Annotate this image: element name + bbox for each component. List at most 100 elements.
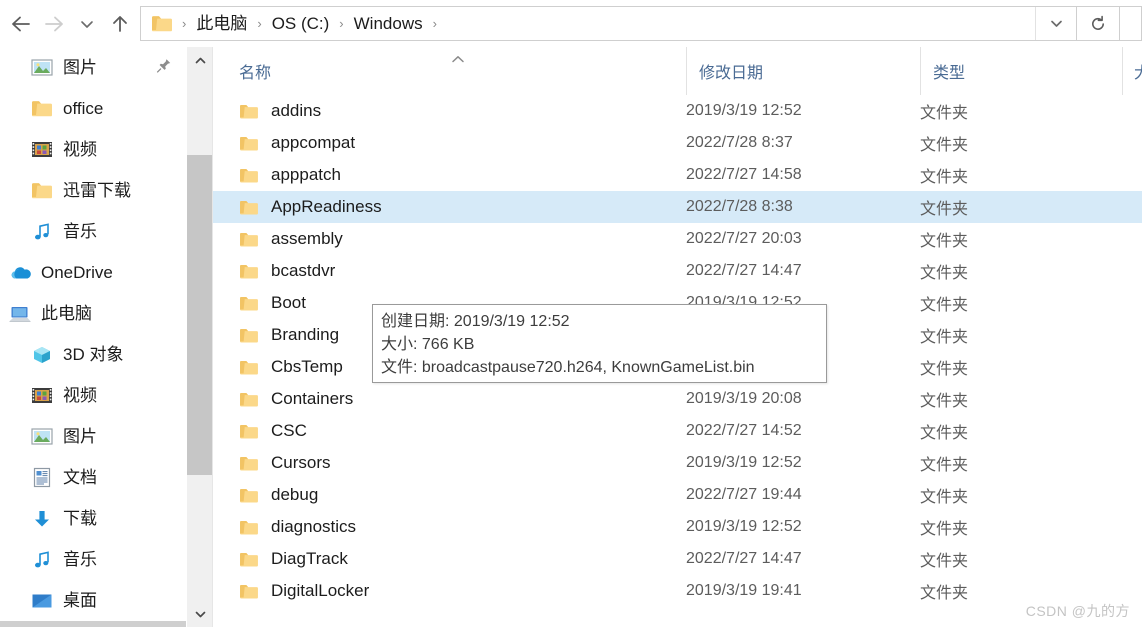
sidebar-item-pictures[interactable]: 图片 <box>0 416 186 457</box>
file-type-cell: 文件夹 <box>920 201 969 218</box>
file-date-cell: 2022/7/28 8:37 <box>686 134 793 151</box>
file-date-cell: 2019/3/19 12:52 <box>686 102 802 119</box>
file-name-cell: AppReadiness <box>239 191 382 223</box>
breadcrumb-separator[interactable]: › <box>250 17 268 30</box>
search-box[interactable] <box>1120 6 1142 41</box>
folder-icon <box>239 327 259 344</box>
pin-icon[interactable] <box>156 57 172 78</box>
file-name-label: Branding <box>271 325 340 344</box>
file-name-cell: DiagTrack <box>239 543 348 575</box>
folder-icon <box>239 551 259 568</box>
address-bar[interactable]: › 此电脑 › OS (C:) › Windows › <box>140 6 1077 41</box>
sidebar-item-label: 此电脑 <box>41 304 92 323</box>
table-row[interactable]: Cursors 2019/3/19 12:52 文件夹 <box>213 447 1142 479</box>
sidebar-item-documents[interactable]: 文档 <box>0 457 186 498</box>
sidebar-item-pictures-quick[interactable]: 图片 <box>0 47 186 88</box>
chevron-down-icon <box>80 20 93 28</box>
table-row[interactable]: DiagTrack 2022/7/27 14:47 文件夹 <box>213 543 1142 575</box>
forward-button[interactable] <box>37 4 70 44</box>
refresh-icon <box>1092 15 1104 30</box>
ascending-caret-icon <box>450 51 466 69</box>
desktop-icon <box>30 589 54 613</box>
table-row[interactable]: bcastdvr 2022/7/27 14:47 文件夹 <box>213 255 1142 287</box>
column-header-type[interactable]: 类型 <box>920 47 1122 95</box>
column-header-label: 名称 <box>239 65 272 82</box>
sidebar-item-office[interactable]: office <box>0 88 186 129</box>
folder-icon <box>30 97 54 121</box>
table-row[interactable]: Containers 2019/3/19 20:08 文件夹 <box>213 383 1142 415</box>
breadcrumb-separator[interactable]: › <box>332 17 350 30</box>
file-name-cell: Containers <box>239 383 353 415</box>
sidebar-item-desktop[interactable]: 桌面 <box>0 580 186 621</box>
back-button[interactable] <box>4 4 37 44</box>
tooltip-created-date: 创建日期: 2019/3/19 12:52 <box>381 313 570 330</box>
column-header-date-modified[interactable]: 修改日期 <box>686 47 920 95</box>
file-name-label: Cursors <box>271 453 331 472</box>
sidebar-item-videos-quick[interactable]: 视频 <box>0 129 186 170</box>
table-row[interactable]: DigitalLocker 2019/3/19 19:41 文件夹 <box>213 575 1142 607</box>
folder-icon <box>239 199 259 216</box>
breadcrumb-separator[interactable]: › <box>426 17 444 30</box>
sidebar-item-music-quick[interactable]: 音乐 <box>0 211 186 252</box>
file-name-cell: DigitalLocker <box>239 575 369 607</box>
folder-icon[interactable] <box>149 14 175 33</box>
table-row[interactable]: apppatch 2022/7/27 14:58 文件夹 <box>213 159 1142 191</box>
file-name-label: bcastdvr <box>271 261 336 280</box>
up-button[interactable] <box>103 4 136 44</box>
file-name-label: Containers <box>271 389 354 408</box>
file-name-label: diagnostics <box>271 517 357 536</box>
scrollbar-thumb[interactable] <box>187 155 213 475</box>
file-type-cell: 文件夹 <box>920 265 969 282</box>
file-name-label: AppReadiness <box>271 197 382 216</box>
sidebar-item-onedrive[interactable]: OneDrive <box>0 252 186 293</box>
sidebar-scrollbar[interactable] <box>186 47 213 627</box>
file-name-cell: CbsTemp <box>239 351 343 383</box>
file-type-cell: 文件夹 <box>920 553 969 570</box>
file-date-cell: 2022/7/28 8:38 <box>686 198 793 215</box>
file-date-cell: 2022/7/27 14:47 <box>686 550 802 567</box>
address-dropdown-button[interactable] <box>1036 7 1076 40</box>
table-row[interactable]: CSC 2022/7/27 14:52 文件夹 <box>213 415 1142 447</box>
table-row[interactable]: appcompat 2022/7/28 8:37 文件夹 <box>213 127 1142 159</box>
sidebar-item-3d-objects[interactable]: 3D 对象 <box>0 334 186 375</box>
sidebar-item-music[interactable]: 音乐 <box>0 539 186 580</box>
sidebar-item-this-pc[interactable]: 此电脑 <box>0 293 186 334</box>
breadcrumb-item-this-pc[interactable]: 此电脑 <box>193 15 250 32</box>
file-date-cell: 2022/7/27 14:52 <box>686 422 802 439</box>
column-header-label: 类型 <box>933 65 966 82</box>
folder-icon <box>239 263 259 280</box>
forward-arrow-icon <box>44 16 63 31</box>
breadcrumb-item-os-c[interactable]: OS (C:) <box>269 15 333 32</box>
sidebar-item-videos[interactable]: 视频 <box>0 375 186 416</box>
file-date-cell: 2022/7/27 19:44 <box>686 486 802 503</box>
pictures-icon <box>30 425 54 449</box>
sidebar-item-label: 下载 <box>63 509 97 528</box>
sidebar-item-label: 音乐 <box>63 550 97 569</box>
folder-icon <box>239 167 259 184</box>
scroll-down-button[interactable] <box>187 601 213 627</box>
folder-icon <box>239 455 259 472</box>
music-icon <box>30 548 54 572</box>
refresh-button[interactable] <box>1077 6 1120 41</box>
sidebar-item-thunder-downloads[interactable]: 迅雷下载 <box>0 170 186 211</box>
file-date-cell: 2019/3/19 12:52 <box>686 454 802 471</box>
file-name-label: DiagTrack <box>271 549 348 568</box>
table-row[interactable]: AppReadiness 2022/7/28 8:38 文件夹 <box>213 191 1142 223</box>
file-name-label: debug <box>271 485 319 504</box>
sidebar-item-label: 迅雷下载 <box>63 181 131 200</box>
table-row[interactable]: assembly 2022/7/27 20:03 文件夹 <box>213 223 1142 255</box>
recent-locations-button[interactable] <box>70 4 103 44</box>
breadcrumb-item-windows[interactable]: Windows <box>351 15 426 32</box>
table-row[interactable]: diagnostics 2019/3/19 12:52 文件夹 <box>213 511 1142 543</box>
file-type-cell: 文件夹 <box>920 489 969 506</box>
sidebar-item-os-c[interactable]: OS (C:) <box>0 621 186 627</box>
folder-icon <box>239 359 259 376</box>
table-row[interactable]: debug 2022/7/27 19:44 文件夹 <box>213 479 1142 511</box>
sidebar-item-downloads[interactable]: 下载 <box>0 498 186 539</box>
column-header-size[interactable]: 大 <box>1122 47 1142 95</box>
table-row[interactable]: addins 2019/3/19 12:52 文件夹 <box>213 95 1142 127</box>
documents-icon <box>30 466 54 490</box>
column-header-label: 大 <box>1134 59 1142 83</box>
file-type-cell: 文件夹 <box>920 425 969 442</box>
scroll-up-button[interactable] <box>187 47 213 73</box>
